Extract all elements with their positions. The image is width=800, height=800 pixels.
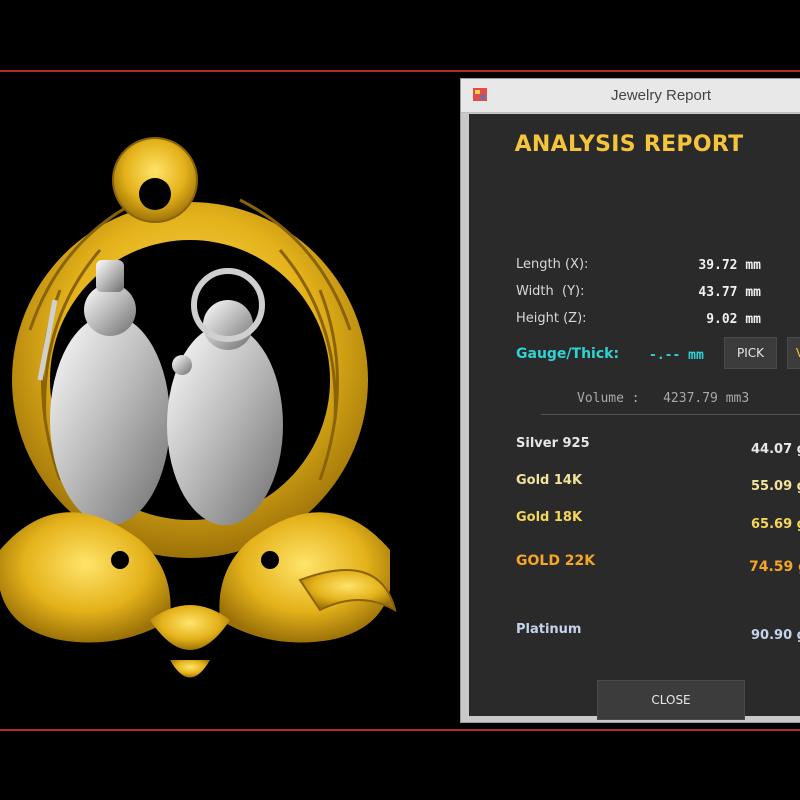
- gold-14k-label: Gold 14K: [516, 473, 583, 488]
- gold-22k-label: GOLD 22K: [516, 553, 596, 569]
- width-value: 43.77 mm: [698, 285, 761, 300]
- divider: [541, 414, 800, 415]
- jewelry-3d-render: [0, 137, 397, 678]
- jewelry-report-dialog: Jewelry Report ANALYSIS REPORT Length (X…: [460, 78, 800, 723]
- v-button[interactable]: V: [787, 337, 800, 369]
- window-title: Jewelry Report: [611, 87, 712, 104]
- gold-18k-label: Gold 18K: [516, 510, 583, 525]
- app-icon: [473, 88, 487, 101]
- height-label: Height (Z):: [516, 311, 587, 326]
- viewport-border-top: [0, 70, 800, 72]
- gold-18k-weight: 65.69 g: [751, 517, 800, 532]
- gold-22k-weight: 74.59 g: [749, 559, 800, 575]
- height-value: 9.02 mm: [706, 312, 761, 327]
- silver-925-label: Silver 925: [516, 436, 590, 451]
- report-heading: ANALYSIS REPORT: [514, 132, 744, 157]
- length-label: Length (X):: [516, 257, 589, 272]
- viewport-border-bottom: [0, 729, 800, 731]
- width-label: Width (Y):: [516, 284, 585, 299]
- close-button[interactable]: CLOSE: [597, 680, 745, 720]
- length-value: 39.72 mm: [698, 258, 761, 273]
- gold-14k-weight: 55.09 g: [751, 479, 800, 494]
- gauge-label: Gauge/Thick:: [516, 346, 620, 362]
- silver-925-weight: 44.07 g: [751, 442, 800, 457]
- title-bar[interactable]: Jewelry Report: [461, 79, 800, 113]
- platinum-label: Platinum: [516, 622, 582, 637]
- gauge-value: -.-- mm: [649, 348, 704, 363]
- platinum-weight: 90.90 g: [751, 628, 800, 643]
- volume-readout: Volume : 4237.79 mm3: [577, 391, 750, 406]
- pick-button[interactable]: PICK: [724, 337, 777, 369]
- report-panel: ANALYSIS REPORT Length (X): 39.72 mm Wid…: [469, 114, 800, 720]
